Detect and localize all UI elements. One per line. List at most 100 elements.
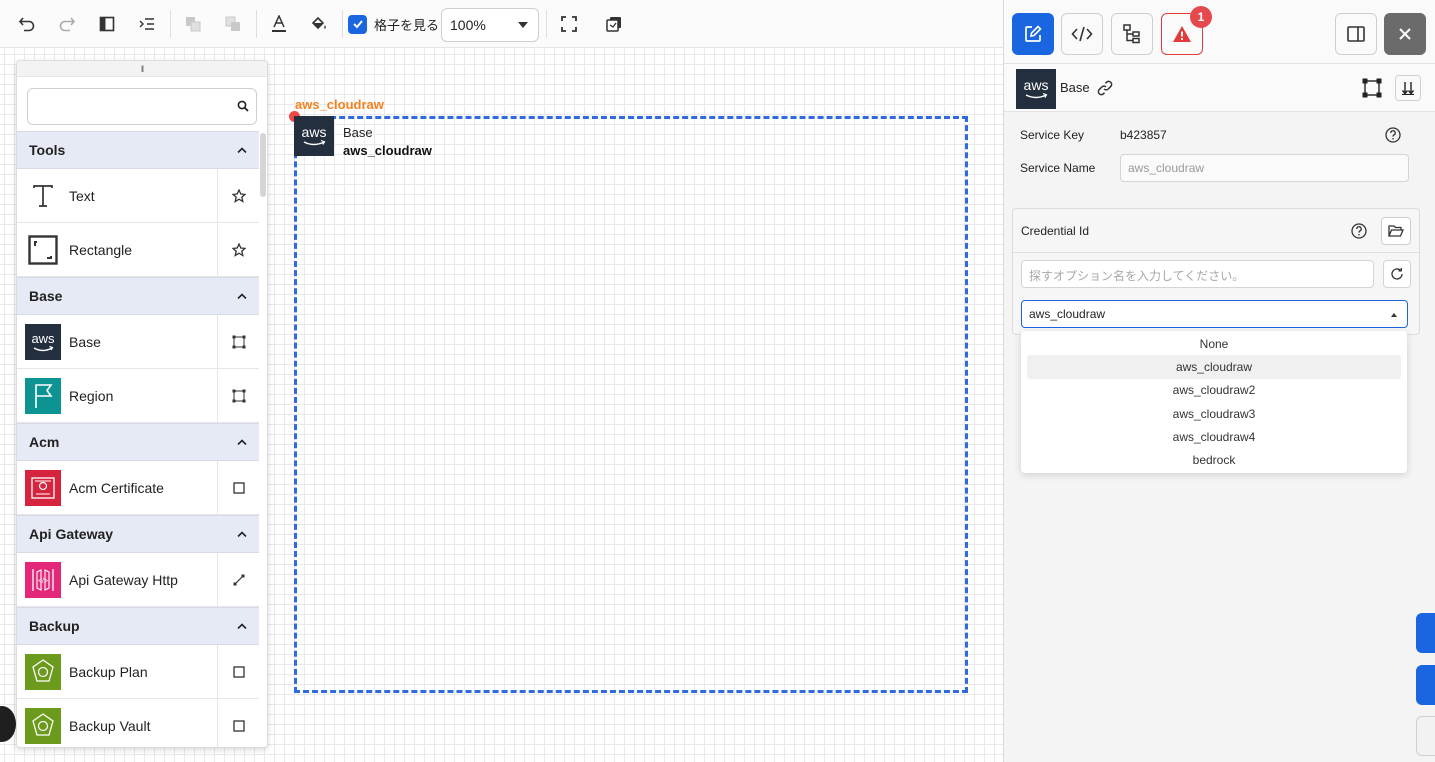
- grid-checkbox[interactable]: [348, 14, 367, 34]
- add-node-button[interactable]: [217, 699, 259, 747]
- code-icon: [1071, 26, 1093, 42]
- palette-item-label: Region: [69, 387, 114, 404]
- credential-help[interactable]: [1350, 222, 1368, 240]
- copy-link-button[interactable]: [1096, 79, 1114, 97]
- palette-item-label: Base: [69, 333, 101, 350]
- toolbar: 格子を見る 100%: [0, 0, 1003, 48]
- region-flag-icon: [25, 377, 61, 414]
- add-node-button[interactable]: [217, 645, 259, 698]
- caret-up-icon: [1391, 313, 1397, 317]
- dropdown-option[interactable]: bedrock: [1027, 448, 1401, 471]
- favorite-button[interactable]: [217, 223, 259, 276]
- category-header-acm[interactable]: Acm: [17, 423, 259, 461]
- palette-item-base[interactable]: aws Base: [17, 315, 259, 369]
- service-key-help[interactable]: [1384, 126, 1402, 144]
- fullscreen-button[interactable]: [557, 12, 581, 36]
- close-panel-button[interactable]: [1384, 13, 1426, 55]
- palette-item-label: Text: [69, 187, 95, 204]
- side-tab-chat[interactable]: [1416, 665, 1435, 705]
- tab-code[interactable]: [1061, 13, 1103, 55]
- palette-item-label: Rectangle: [69, 241, 133, 258]
- selected-node-header: aws Base: [1004, 64, 1435, 112]
- palette-item-region[interactable]: Region: [17, 369, 259, 423]
- category-label: Tools: [29, 142, 66, 158]
- palette-item-backup-vault[interactable]: Backup Vault: [17, 699, 259, 747]
- category-header-base[interactable]: Base: [17, 277, 259, 315]
- zoom-select[interactable]: 100%: [441, 8, 539, 42]
- outline-button[interactable]: [135, 12, 159, 36]
- dropdown-option-selected[interactable]: aws_cloudraw: [1027, 355, 1401, 379]
- panel-left-icon: [99, 16, 115, 32]
- square-icon: [232, 719, 245, 732]
- refresh-options-button[interactable]: [1383, 260, 1411, 288]
- sidebar-right-icon: [1347, 26, 1365, 42]
- dropdown-option[interactable]: aws_cloudraw2: [1027, 379, 1401, 402]
- palette-item-rectangle[interactable]: Rectangle: [17, 223, 259, 277]
- favorite-button[interactable]: [217, 169, 259, 222]
- option-search-input[interactable]: 探すオプション名を入力してください。: [1021, 260, 1374, 288]
- dropdown-option[interactable]: aws_cloudraw3: [1027, 402, 1401, 425]
- node-type-label: Base: [343, 125, 373, 140]
- palette-item-acm-certificate[interactable]: Acm Certificate: [17, 461, 259, 515]
- group-frame-icon: [232, 389, 245, 402]
- side-tab-docs[interactable]: [1416, 716, 1435, 756]
- palette-drag-handle[interactable]: ll: [17, 61, 267, 77]
- category-header-api-gateway[interactable]: Api Gateway: [17, 515, 259, 553]
- palette-search-input[interactable]: [27, 88, 257, 125]
- chevron-up-icon: [237, 531, 247, 537]
- tab-warnings[interactable]: 1: [1161, 6, 1212, 55]
- category-label: Api Gateway: [29, 526, 114, 542]
- credential-select[interactable]: aws_cloudraw: [1021, 300, 1408, 328]
- service-name-input[interactable]: aws_cloudraw: [1120, 154, 1409, 182]
- undo-button[interactable]: [15, 12, 39, 36]
- group-frame-button[interactable]: [1360, 76, 1384, 100]
- square-icon: [232, 665, 245, 678]
- bring-front-icon: [186, 17, 201, 32]
- palette-item-api-gateway-http[interactable]: </> Api Gateway Http: [17, 553, 259, 607]
- tree-structure-icon: [1123, 24, 1140, 44]
- send-back-button[interactable]: [221, 12, 245, 36]
- category-header-backup[interactable]: Backup: [17, 607, 259, 645]
- tab-edit[interactable]: [1012, 13, 1054, 55]
- zoom-value: 100%: [450, 17, 486, 33]
- group-add-button[interactable]: [217, 315, 259, 368]
- dropdown-option[interactable]: aws_cloudraw4: [1027, 425, 1401, 448]
- font-color-icon: [272, 15, 286, 32]
- browse-credentials-button[interactable]: [1381, 217, 1411, 245]
- tab-tree[interactable]: [1111, 13, 1153, 55]
- side-tab-edit[interactable]: [1416, 613, 1435, 653]
- svg-text:aws: aws: [1024, 77, 1049, 93]
- acm-certificate-icon: [25, 469, 61, 506]
- sort-button[interactable]: [1395, 75, 1421, 101]
- palette-item-text[interactable]: Text: [17, 169, 259, 223]
- refresh-icon: [1391, 268, 1403, 280]
- bring-front-button[interactable]: [181, 12, 205, 36]
- chevron-up-icon: [237, 293, 247, 299]
- base-group-node[interactable]: [294, 116, 968, 693]
- export-button[interactable]: [602, 12, 626, 36]
- font-color-button[interactable]: [267, 12, 291, 36]
- toggle-sidebar-button[interactable]: [1335, 13, 1377, 55]
- toggle-panel-button[interactable]: [95, 12, 119, 36]
- caret-down-icon: [518, 22, 528, 28]
- palette-item-backup-plan[interactable]: Backup Plan: [17, 645, 259, 699]
- fill-color-button[interactable]: [307, 12, 331, 36]
- help-circle-icon: [1385, 127, 1401, 143]
- edit-icon: [1025, 25, 1042, 42]
- dropdown-option[interactable]: None: [1027, 332, 1401, 355]
- toolbar-divider: [342, 10, 343, 38]
- warning-icon: [1173, 26, 1191, 42]
- selected-node-name: Base: [1060, 80, 1090, 95]
- grid-toggle[interactable]: 格子を見る: [348, 13, 439, 35]
- service-name-label: Service Name: [1020, 161, 1096, 175]
- group-add-button[interactable]: [217, 369, 259, 422]
- palette-item-label: Api Gateway Http: [69, 571, 178, 588]
- palette-scrollbar[interactable]: [260, 133, 266, 197]
- node-title-label[interactable]: aws_cloudraw: [295, 97, 384, 112]
- palette-item-label: Acm Certificate: [69, 479, 164, 496]
- add-node-button[interactable]: [217, 461, 259, 514]
- palette-item-label: Backup Plan: [69, 663, 148, 680]
- redo-button[interactable]: [55, 12, 79, 36]
- category-header-tools[interactable]: Tools: [17, 131, 259, 169]
- add-edge-button[interactable]: [217, 553, 259, 606]
